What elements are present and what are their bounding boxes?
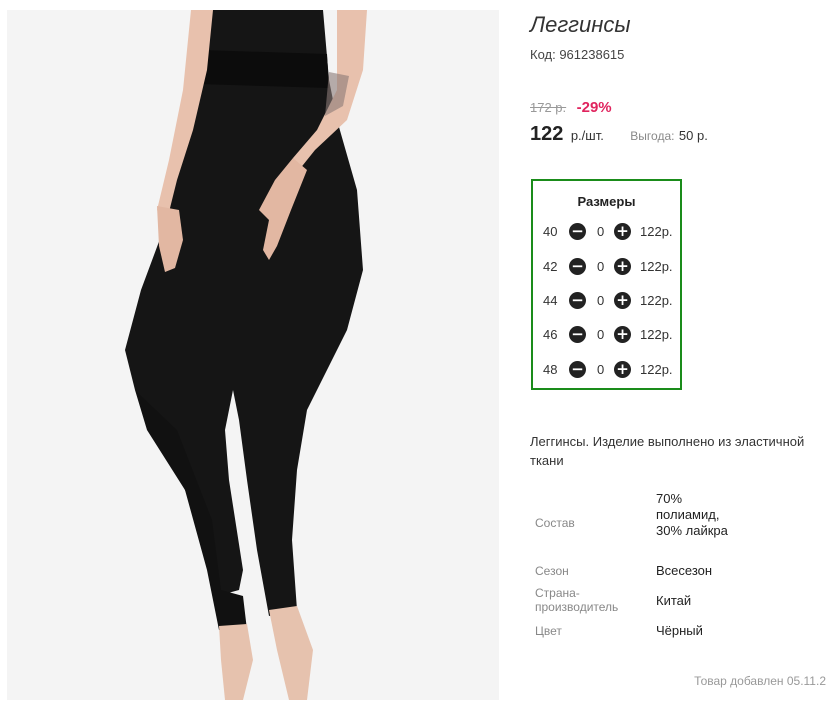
size-price: 122р. — [640, 362, 673, 377]
minus-icon[interactable]: − — [569, 223, 586, 240]
price-row: 122 р./шт. Выгода: 50 р. — [530, 123, 708, 146]
size-label: 48 — [543, 362, 558, 377]
product-photo[interactable] — [7, 10, 499, 700]
quantity-value: 0 — [597, 224, 605, 239]
size-row: 46 − 0 + 122р. — [543, 325, 683, 345]
size-label: 46 — [543, 327, 558, 342]
sizes-panel: Размеры 40 − 0 + 122р. 42 − 0 + 122р. 44… — [531, 179, 682, 390]
attr-value-composition: 70% полиамид, 30% лайкра — [656, 491, 728, 538]
current-price: 122 — [530, 123, 564, 145]
product-title: Леггинсы — [530, 12, 631, 37]
size-row: 40 − 0 + 122р. — [543, 222, 683, 242]
added-date: Товар добавлен 05.11.2 — [694, 674, 826, 688]
plus-icon[interactable]: + — [614, 326, 631, 343]
attr-label-color: Цвет — [535, 624, 562, 638]
minus-icon[interactable]: − — [569, 326, 586, 343]
old-price: 172 р. — [530, 100, 567, 115]
size-price: 122р. — [640, 327, 673, 342]
size-price: 122р. — [640, 259, 673, 274]
savings-label: Выгода: — [630, 129, 675, 143]
attr-label-composition: Состав — [535, 516, 575, 530]
minus-icon[interactable]: − — [569, 258, 586, 275]
plus-icon[interactable]: + — [614, 223, 631, 240]
minus-icon[interactable]: − — [569, 361, 586, 378]
size-price: 122р. — [640, 224, 673, 239]
savings-value: 50 р. — [678, 128, 708, 143]
product-code: Код: 961238615 — [530, 47, 625, 62]
plus-icon[interactable]: + — [614, 292, 631, 309]
quantity-value: 0 — [597, 362, 605, 377]
size-price: 122р. — [640, 293, 673, 308]
size-row: 48 − 0 + 122р. — [543, 360, 683, 380]
sizes-title: Размеры — [577, 194, 636, 209]
quantity-value: 0 — [597, 293, 605, 308]
price-unit: р./шт. — [570, 128, 604, 143]
attr-label-country: Страна-производитель — [535, 586, 619, 614]
attr-value-season: Всесезон — [656, 563, 713, 578]
leggings-photo — [7, 10, 499, 700]
quantity-value: 0 — [597, 259, 605, 274]
product-info: Леггинсы Код: 961238615 172 р. -29% 122 … — [530, 0, 826, 702]
product-description: Леггинсы. Изделие выполнено из эластично… — [530, 434, 805, 468]
size-row: 44 − 0 + 122р. — [543, 291, 683, 311]
size-label: 42 — [543, 259, 558, 274]
quantity-value: 0 — [597, 327, 605, 342]
attr-label-season: Сезон — [535, 564, 569, 578]
size-label: 44 — [543, 293, 558, 308]
old-price-row: 172 р. -29% — [530, 99, 612, 117]
attr-value-color: Чёрный — [656, 623, 703, 638]
size-label: 40 — [543, 224, 558, 239]
attr-value-country: Китай — [656, 593, 692, 608]
discount-badge: -29% — [576, 99, 612, 116]
size-row: 42 − 0 + 122р. — [543, 257, 683, 277]
plus-icon[interactable]: + — [614, 258, 631, 275]
plus-icon[interactable]: + — [614, 361, 631, 378]
minus-icon[interactable]: − — [569, 292, 586, 309]
